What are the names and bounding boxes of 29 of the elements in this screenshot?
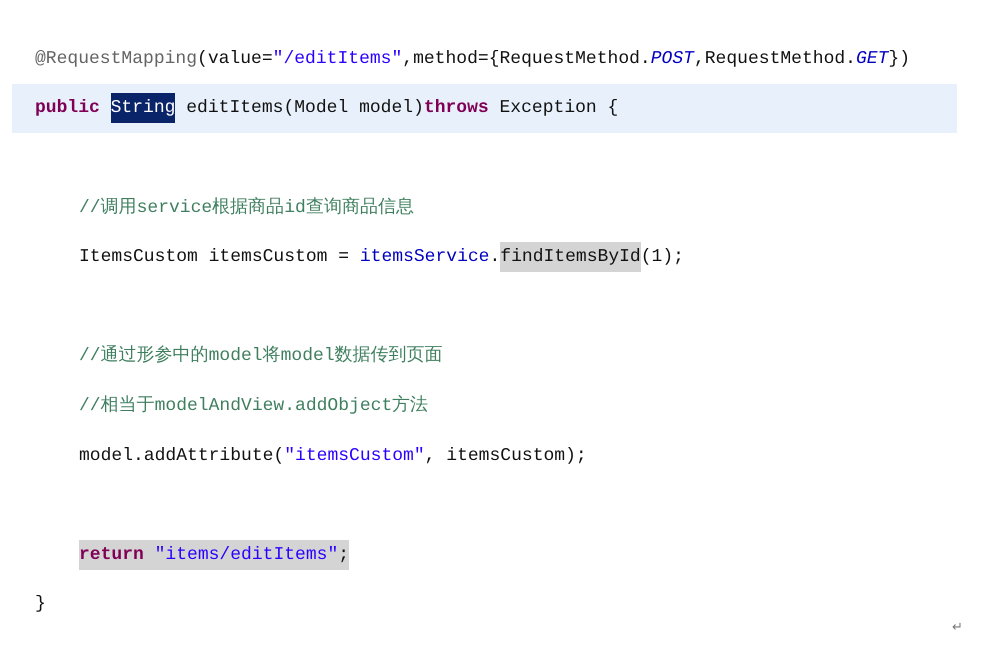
keyword-text: return <box>79 540 155 570</box>
comment-text: //相当于modelAndView.addObject方法 <box>79 394 428 418</box>
code-text: ItemsCustom itemsCustom = <box>79 246 350 270</box>
string-literal: "itemsCustom" <box>284 444 425 468</box>
keyword-text: public <box>35 97 101 120</box>
constant-text: POST <box>650 48 694 71</box>
comment-text: //调用service根据商品id查询商品信息 <box>79 196 414 220</box>
code-text: (1); <box>640 246 684 270</box>
code-text: . <box>489 246 500 270</box>
code-text: (value= <box>197 48 273 71</box>
code-text: } <box>35 593 46 616</box>
string-literal: "items/editItems" <box>154 540 338 570</box>
code-text: ,RequestMethod. <box>694 48 856 71</box>
constant-text: GET <box>856 48 888 71</box>
paragraph-mark: ↵ <box>952 618 963 636</box>
code-text: Exception { <box>498 97 618 120</box>
selected-text: String <box>110 93 176 124</box>
annotation-text: @RequestMapping <box>35 48 198 71</box>
code-text: editItems(Model model) <box>185 97 424 120</box>
code-text: , itemsCustom); <box>424 444 587 468</box>
string-literal: "/editItems" <box>272 48 402 71</box>
keyword-text: throws <box>424 97 489 120</box>
code-text: model.addAttribute( <box>79 444 284 468</box>
code-text: }) <box>888 48 910 71</box>
code-text: ; <box>338 540 350 570</box>
code-text: findItemsById <box>500 242 641 272</box>
field-text: itemsService <box>360 246 490 270</box>
comment-text: //通过形参中的model将model数据传到页面 <box>79 344 443 368</box>
code-text: ,method={RequestMethod. <box>402 48 651 71</box>
